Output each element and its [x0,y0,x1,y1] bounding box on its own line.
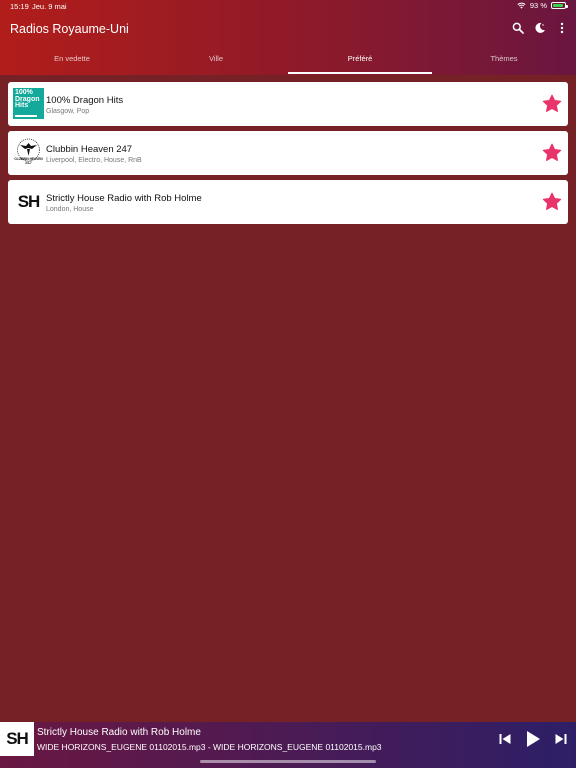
play-button[interactable] [524,730,542,748]
next-button[interactable] [552,730,570,748]
player-station-name: Strictly House Radio with Rob Holme [37,727,201,738]
list-item[interactable]: CLUBBIN HEAVEN 24-7 Clubbin Heaven 247 L… [8,131,568,175]
tab-themes[interactable]: Thèmes [432,48,576,75]
toolbar [510,20,570,36]
app-header: 15:19 Jeu. 9 mai 93 % Radios Royaume-Uni [0,0,576,75]
previous-button[interactable] [496,730,514,748]
status-bar: 15:19 Jeu. 9 mai 93 % [0,0,576,14]
favorite-star-icon[interactable] [542,192,562,212]
station-details: Glasgow, Pop [46,108,90,115]
favorites-list: 100% Dragon Hits 100% Dragon Hits Glasgo… [8,82,568,229]
search-button[interactable] [510,20,526,36]
play-icon [527,731,540,747]
station-logo: SH [13,186,44,217]
moon-icon [535,22,545,33]
tab-en-vedette[interactable]: En vedette [0,48,144,75]
sleep-timer-button[interactable] [532,20,548,36]
station-name: Strictly House Radio with Rob Holme [46,193,202,204]
skip-next-icon [555,734,567,744]
player-track-title: WIDE HORIZONS_EUGENE 01102015.mp3 - WIDE… [37,742,382,752]
station-logo-text: 100% Dragon Hits [15,89,40,109]
tab-ville[interactable]: Ville [144,48,288,75]
station-details: Liverpool, Electro, House, RnB [46,157,142,164]
favorite-star-icon[interactable] [542,143,562,163]
skip-previous-icon [499,734,511,744]
tab-prefere[interactable]: Préféré [288,48,432,75]
search-icon [512,22,524,34]
list-item[interactable]: SH Strictly House Radio with Rob Holme L… [8,180,568,224]
wifi-icon [517,2,526,9]
station-name: 100% Dragon Hits [46,95,124,106]
more-vertical-icon [560,22,564,34]
svg-text:24-7: 24-7 [25,161,32,165]
list-item[interactable]: 100% Dragon Hits 100% Dragon Hits Glasgo… [8,82,568,126]
station-details: London, House [46,206,94,213]
page-title: Radios Royaume-Uni [10,22,129,36]
favorite-star-icon[interactable] [542,94,562,114]
battery-icon [551,2,568,9]
station-logo: 100% Dragon Hits [13,88,44,119]
clubbin-heaven-logo: CLUBBIN HEAVEN 24-7 [14,138,43,165]
battery-fill [553,4,564,7]
battery-percent: 93 % [529,1,547,10]
status-time: 15:19 [10,2,29,11]
more-options-button[interactable] [554,20,570,36]
home-indicator[interactable] [200,760,376,763]
station-name: Clubbin Heaven 247 [46,144,133,155]
station-logo: CLUBBIN HEAVEN 24-7 [13,137,44,168]
status-date: Jeu. 9 mai [32,2,67,11]
status-indicators: 93 % [517,1,568,10]
player-station-logo: SH [0,722,34,756]
tab-bar: En vedette Ville Préféré Thèmes [0,48,576,75]
player-controls [496,730,570,748]
